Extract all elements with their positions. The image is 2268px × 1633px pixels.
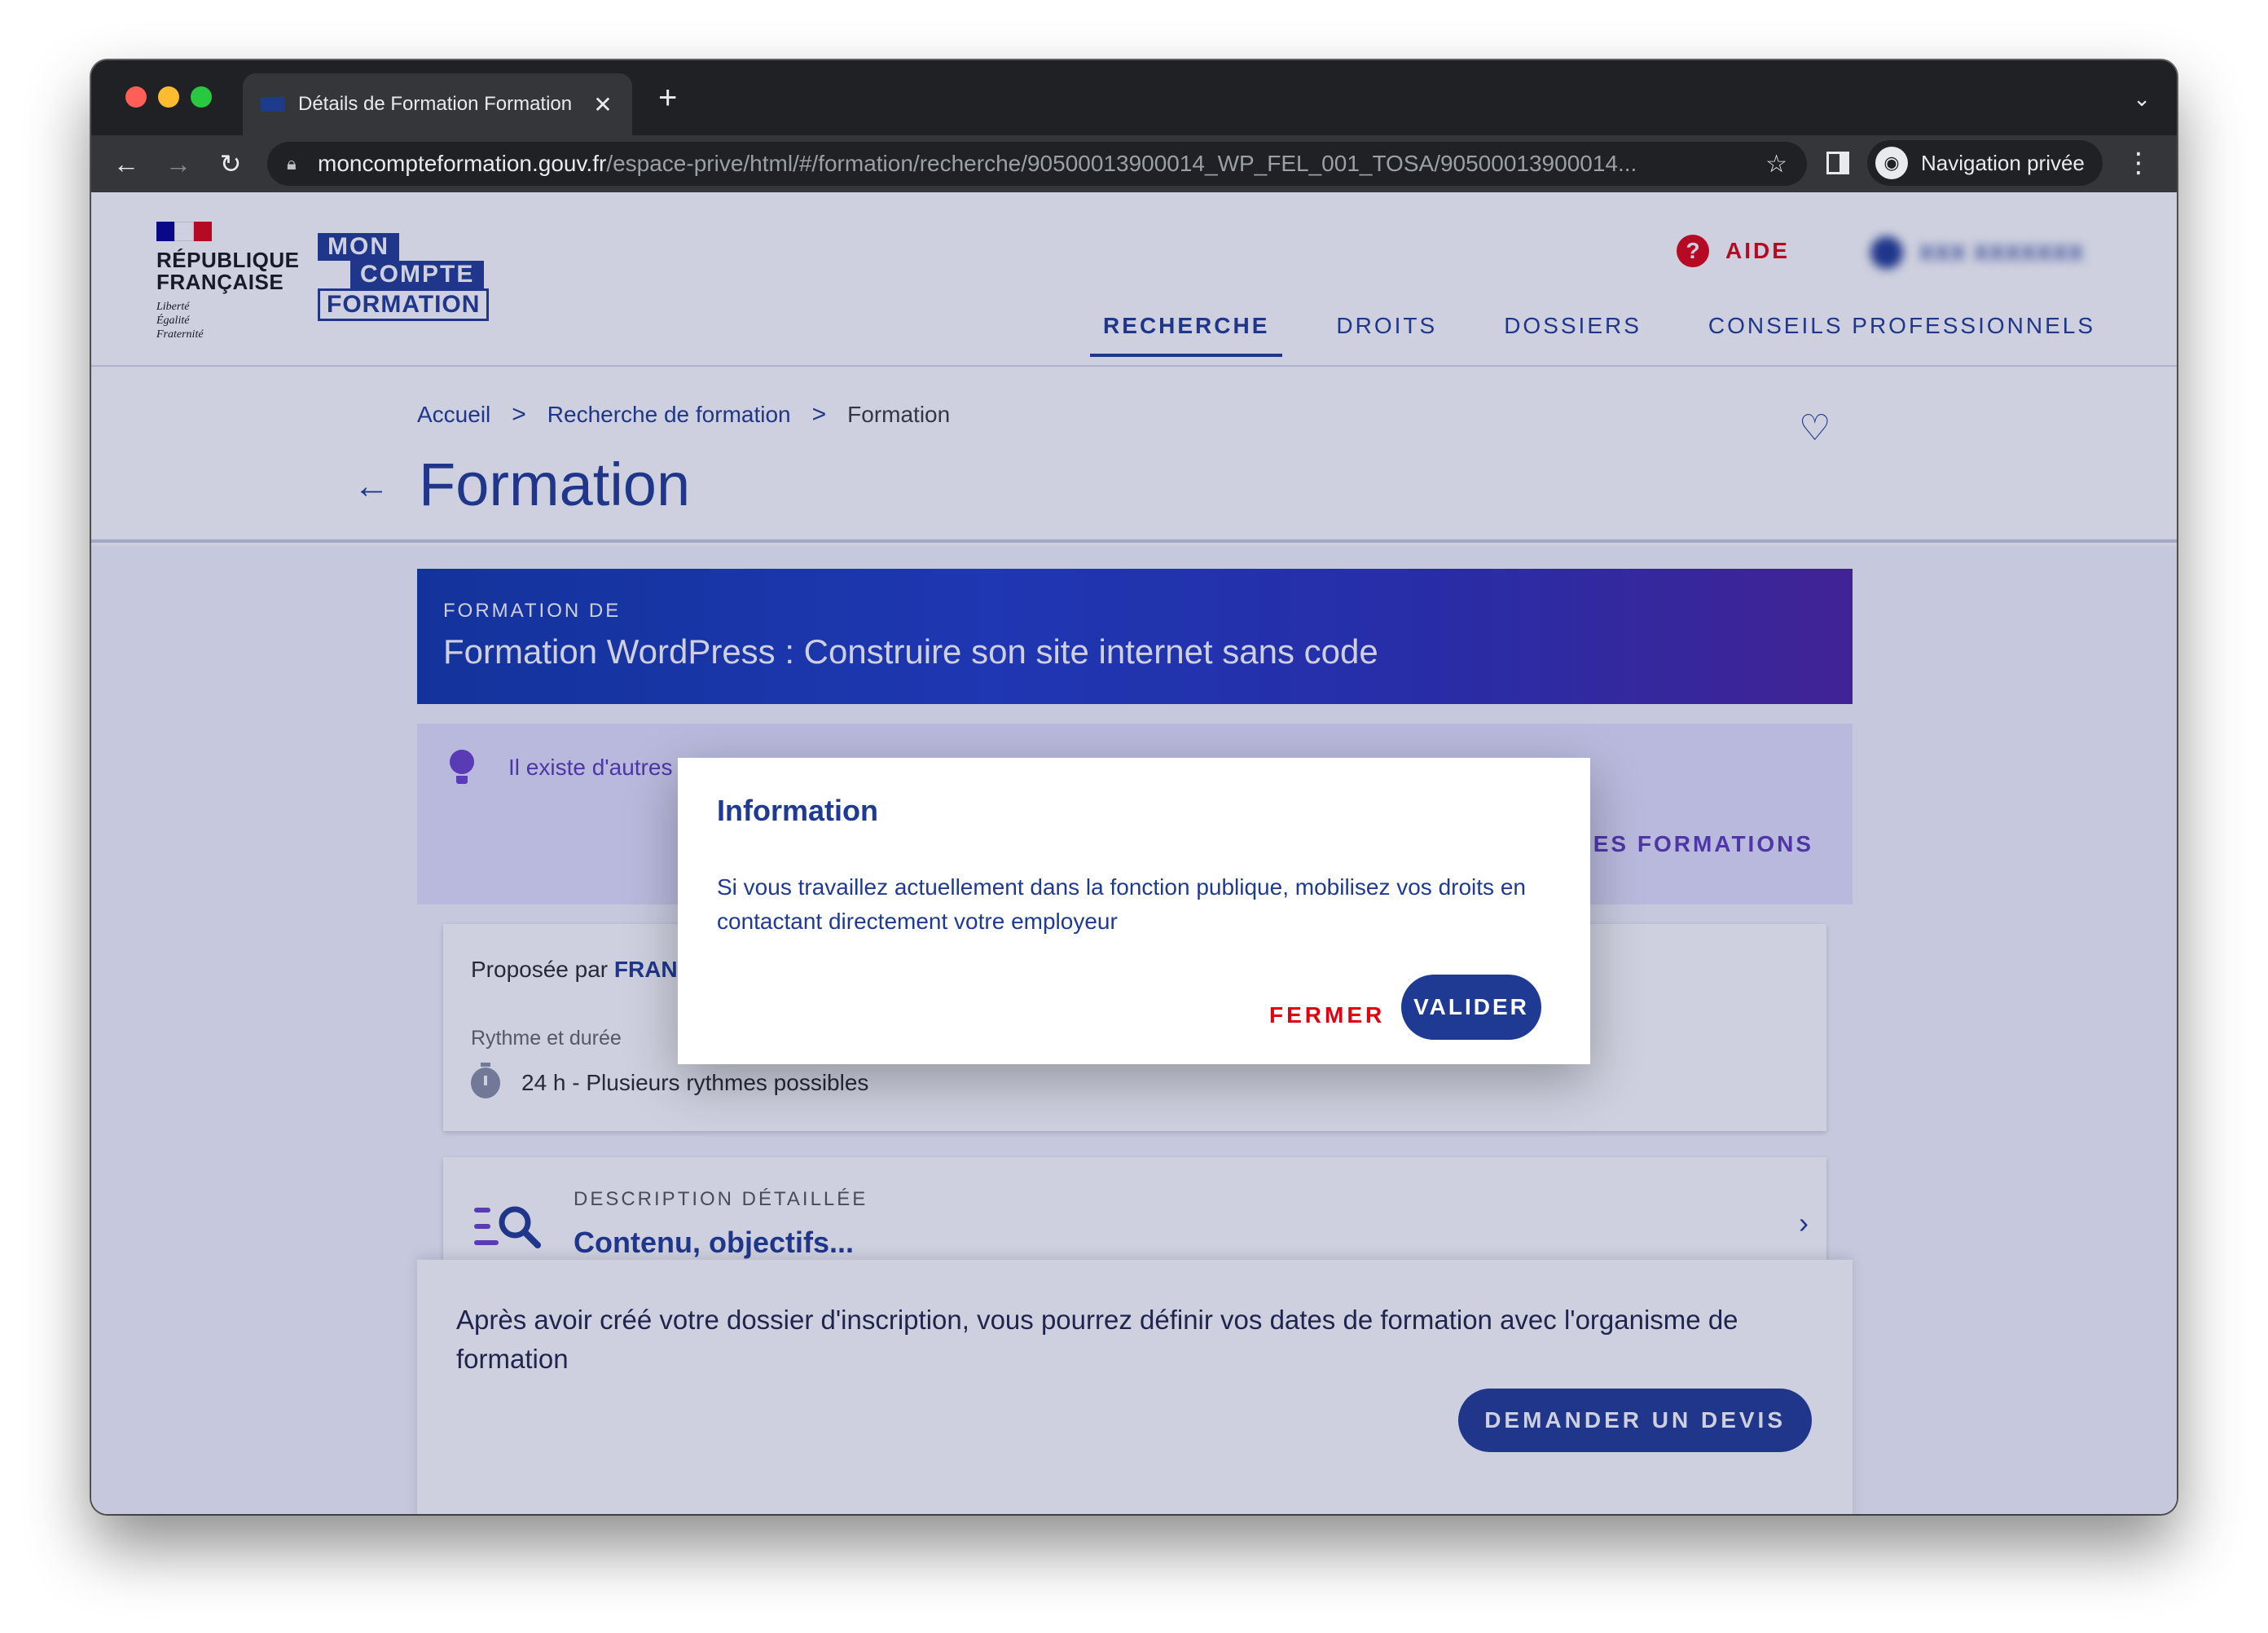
dialog-title: Information xyxy=(717,794,878,827)
fermer-button[interactable]: FERMER xyxy=(1269,983,1385,1048)
back-icon[interactable]: ← xyxy=(108,145,145,183)
web-page: RÉPUBLIQUE FRANÇAISE Liberté Égalité Fra… xyxy=(91,192,2177,1514)
browser-toolbar: ← → ↻ 🔒︎ moncompteformation.gouv.fr /esp… xyxy=(91,135,2177,192)
forward-icon[interactable]: → xyxy=(160,145,197,183)
side-panel-icon[interactable] xyxy=(1826,152,1849,174)
minimize-window-button[interactable] xyxy=(158,86,179,108)
close-window-button[interactable] xyxy=(125,86,147,108)
address-bar[interactable]: 🔒︎ moncompteformation.gouv.fr /espace-pr… xyxy=(267,142,1807,186)
information-dialog: Information Si vous travaillez actuellem… xyxy=(678,758,1590,1064)
new-tab-button[interactable]: + xyxy=(658,80,677,116)
incognito-label: Navigation privée xyxy=(1921,150,2085,175)
url-path: /espace-prive/html/#/formation/recherche… xyxy=(606,151,1637,176)
menu-kebab-icon[interactable]: ⋮ xyxy=(2125,147,2152,179)
tab-search-icon[interactable]: ⌄ xyxy=(2133,86,2151,112)
dialog-body: Si vous travaillez actuellement dans la … xyxy=(717,874,1526,934)
bookmark-star-icon[interactable]: ☆ xyxy=(1765,150,1787,178)
browser-tab[interactable]: Détails de Formation Formation ✕ xyxy=(243,73,632,135)
tab-bar: Détails de Formation Formation ✕ + ⌄ xyxy=(91,60,2177,135)
valider-button[interactable]: VALIDER xyxy=(1401,975,1541,1040)
maximize-window-button[interactable] xyxy=(191,86,212,108)
browser-window: Détails de Formation Formation ✕ + ⌄ ← →… xyxy=(91,60,2177,1514)
url-host: moncompteformation.gouv.fr xyxy=(318,151,607,176)
tab-title: Détails de Formation Formation xyxy=(298,93,573,115)
lock-icon: 🔒︎ xyxy=(287,153,297,174)
incognito-indicator[interactable]: ◉ Navigation privée xyxy=(1867,140,2103,186)
favicon-icon xyxy=(261,97,285,112)
incognito-icon: ◉ xyxy=(1875,147,1908,179)
reload-icon[interactable]: ↻ xyxy=(212,145,249,183)
close-tab-icon[interactable]: ✕ xyxy=(591,91,614,118)
